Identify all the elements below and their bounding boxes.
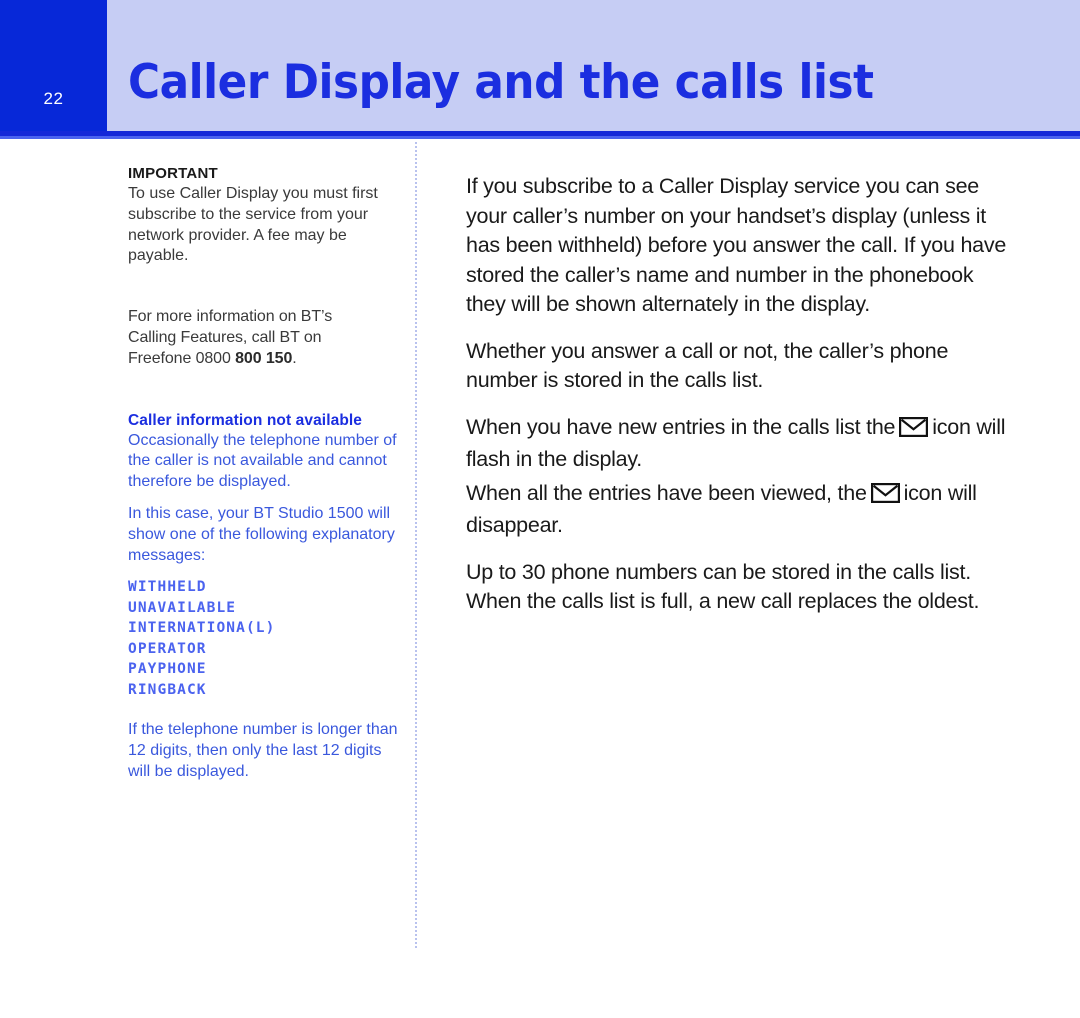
header-rule-light <box>0 136 1080 139</box>
page-title: Caller Display and the calls list <box>128 55 874 110</box>
main-column: If you subscribe to a Caller Display ser… <box>466 172 1011 617</box>
main-spacer <box>466 396 1011 413</box>
main-paragraph-4: When all the entries have been viewed, t… <box>466 479 1011 541</box>
display-message-item: WITHHELD <box>128 579 207 596</box>
main-paragraph-2: Whether you answer a call or not, the ca… <box>466 338 949 393</box>
display-message-item: OPERATOR <box>128 640 207 657</box>
main-spacer <box>466 541 1011 558</box>
freefone-prefix: Freefone 0800 <box>128 349 236 367</box>
freefone-suffix: . <box>292 349 297 367</box>
more-info-line-2: Calling Features, call BT on <box>128 328 322 346</box>
display-message-list: WITHHELD UNAVAILABLE INTERNATIONA(L) OPE… <box>128 577 404 700</box>
page-header: 22 Caller Display and the calls list <box>0 0 1080 131</box>
display-message-item: INTERNATIONA(L) <box>128 620 276 637</box>
main-paragraph-5: Up to 30 phone numbers can be stored in … <box>466 559 980 614</box>
important-heading: IMPORTANT <box>128 165 218 182</box>
digits-note: If the telephone number is longer than 1… <box>128 721 398 780</box>
page-number-block: 22 <box>0 0 107 131</box>
main-paragraph-3: When you have new entries in the calls l… <box>466 413 1011 475</box>
main-paragraph-1: If you subscribe to a Caller Display ser… <box>466 174 1007 316</box>
display-message-item: UNAVAILABLE <box>128 599 237 616</box>
main-spacer <box>466 320 1011 337</box>
caller-info-body: Occasionally the telephone number of the… <box>128 431 397 491</box>
para3-text-before: When you have new entries in the calls l… <box>466 414 896 439</box>
envelope-icon <box>870 482 900 512</box>
in-this-case-body: In this case, your BT Studio 1500 will s… <box>128 504 395 564</box>
page-number: 22 <box>43 89 64 108</box>
sidebar-column: IMPORTANT To use Caller Display you must… <box>128 163 404 783</box>
more-info-line-3: Freefone 0800 800 150. <box>128 349 404 370</box>
display-message-item: PAYPHONE <box>128 661 207 678</box>
envelope-icon <box>899 416 929 446</box>
more-info-line-1: For more information on BT’s <box>128 308 333 326</box>
column-divider <box>415 142 417 948</box>
para4-text-before: When all the entries have been viewed, t… <box>466 480 867 505</box>
caller-info-heading: Caller information not available <box>128 411 363 429</box>
freefone-number: 800 150 <box>235 349 293 367</box>
display-message-item: RINGBACK <box>128 681 207 698</box>
important-body: To use Caller Display you must first sub… <box>128 185 378 265</box>
